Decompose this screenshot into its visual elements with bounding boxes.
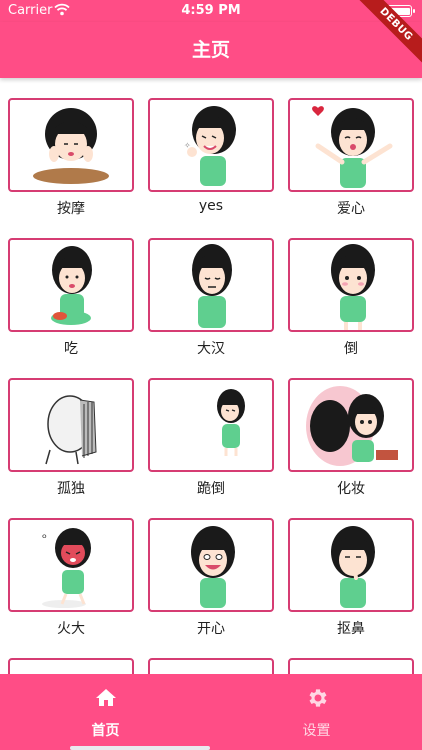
sticker-label: 化妆 [337, 481, 365, 497]
sticker-card[interactable] [8, 378, 134, 472]
sticker-card[interactable] [288, 658, 414, 674]
bottom-navigation-bar: 首页 设置 [0, 674, 422, 750]
sticker-item-lonely[interactable]: 孤独 [8, 358, 134, 497]
sticker-item-happy[interactable]: 开心 [148, 498, 274, 637]
sticker-item-massage[interactable]: 按摩 [8, 78, 134, 217]
girl-heart-sticker-image [312, 106, 393, 188]
sticker-item-angry[interactable]: ᵒ 火大 [8, 498, 134, 637]
sticker-item-makeup[interactable]: 化妆 [288, 358, 414, 497]
sticker-item-kneel[interactable]: 跪倒 [148, 358, 274, 497]
app-bar: 主页 [0, 22, 422, 78]
sticker-label: 跪倒 [197, 481, 225, 497]
sticker-card[interactable] [288, 518, 414, 612]
girl-pick-nose-sticker-image [331, 526, 375, 608]
sticker-card[interactable] [148, 518, 274, 612]
status-time: 4:59 PM [181, 3, 241, 18]
girl-happy-sticker-image [191, 526, 235, 608]
home-icon [94, 686, 118, 710]
sticker-label: 倒 [344, 341, 358, 357]
girl-massage-sticker-image [33, 108, 109, 184]
girl-kneel-sticker-image [217, 389, 245, 456]
settings-gear-icon [305, 686, 329, 710]
sticker-label: 大汉 [197, 341, 225, 357]
svg-text:ᵒ: ᵒ [42, 531, 47, 545]
sticker-card[interactable] [148, 238, 274, 332]
sticker-item-partial-1[interactable] [8, 638, 134, 674]
sticker-label: 火大 [57, 621, 85, 637]
sticker-label: yes [198, 198, 224, 214]
sticker-item-yes[interactable]: ✧ yes [148, 78, 274, 214]
sticker-card[interactable] [288, 378, 414, 472]
sticker-item-sweat[interactable]: 大汉 [148, 218, 274, 357]
sticker-item-heart[interactable]: 爱心 [288, 78, 414, 217]
girl-lonely-sticker-image [45, 395, 97, 465]
girl-eating-sticker-image [51, 246, 92, 325]
sticker-card[interactable] [148, 658, 274, 674]
sticker-item-partial-2[interactable] [148, 638, 274, 674]
home-indicator [70, 746, 210, 750]
nav-item-settings[interactable]: 设置 [211, 674, 422, 750]
sticker-item-fall[interactable]: 倒 [288, 218, 414, 357]
sticker-item-partial-3[interactable] [288, 638, 414, 674]
nav-label-home: 首页 [91, 723, 120, 739]
sticker-card[interactable]: ✧ [148, 98, 274, 192]
sticker-card[interactable]: ᵒ [8, 518, 134, 612]
sticker-grid: 按摩 ✧ yes 爱心 吃 大汉 倒 孤独 跪倒 化妆 ᵒ 火大 开心 抠鼻 [0, 78, 422, 674]
battery-tip [413, 9, 415, 13]
girl-fall-sticker-image [331, 244, 375, 330]
girl-sweat-sticker-image [192, 244, 232, 328]
nav-label-settings: 设置 [302, 723, 331, 739]
sticker-card[interactable] [8, 98, 134, 192]
sticker-card[interactable] [148, 378, 274, 472]
sticker-label: 爱心 [337, 201, 365, 217]
sticker-card[interactable] [8, 658, 134, 674]
nav-item-home[interactable]: 首页 [0, 674, 211, 750]
girl-yes-sticker-image: ✧ [184, 106, 236, 186]
sticker-item-eat[interactable]: 吃 [8, 218, 134, 357]
sticker-label: 按摩 [57, 201, 85, 217]
page-title: 主页 [191, 39, 230, 61]
sticker-label: 孤独 [57, 481, 85, 497]
sticker-label: 开心 [197, 621, 225, 637]
girl-makeup-sticker-image [306, 386, 398, 466]
status-bar: Carrier 4:59 PM [0, 0, 422, 22]
sticker-label: 抠鼻 [337, 621, 365, 637]
girl-angry-sticker-image: ᵒ [42, 528, 91, 608]
sticker-card[interactable] [8, 238, 134, 332]
sticker-card[interactable] [288, 98, 414, 192]
svg-text:✧: ✧ [184, 141, 191, 150]
sticker-item-pick-nose[interactable]: 抠鼻 [288, 498, 414, 637]
sticker-label: 吃 [64, 341, 78, 357]
sticker-card[interactable] [288, 238, 414, 332]
